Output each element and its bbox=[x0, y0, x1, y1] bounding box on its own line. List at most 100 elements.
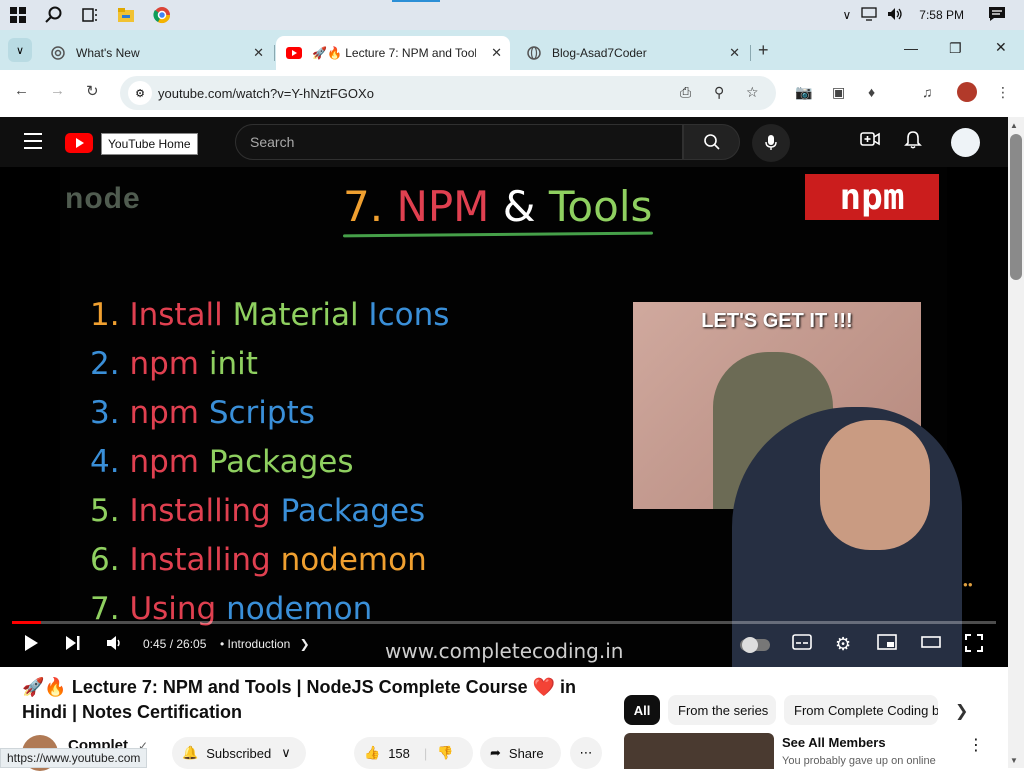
browser-toolbar: ← → ↻ ⚙ youtube.com/watch?v=Y-hNztFGOXo … bbox=[0, 70, 1024, 116]
close-tab-icon[interactable]: ✕ bbox=[729, 45, 740, 61]
slide-item: 2. npm init bbox=[90, 346, 258, 382]
npm-logo: npm bbox=[805, 174, 939, 220]
slide-item: 5. Installing Packages bbox=[90, 493, 425, 529]
slide-item: 1. Install Material Icons bbox=[90, 297, 449, 333]
extensions-icon[interactable]: ♦ bbox=[868, 84, 875, 100]
miniplayer-icon[interactable] bbox=[877, 634, 897, 655]
slide-item: 3. npm Scripts bbox=[90, 395, 315, 431]
gif-caption: LET'S GET IT !!! bbox=[633, 310, 921, 333]
minimize-icon[interactable]: — bbox=[904, 40, 918, 56]
user-avatar[interactable] bbox=[951, 128, 980, 157]
notifications-bell-icon[interactable] bbox=[904, 131, 922, 154]
chrome-profile-avatar[interactable] bbox=[957, 82, 977, 102]
autoplay-toggle[interactable] bbox=[740, 639, 770, 651]
video-title: 🚀🔥 Lecture 7: NPM and Tools | NodeJS Com… bbox=[22, 675, 602, 725]
video-frame: node 7. NPM & Tools npm 1. Install Mater… bbox=[60, 167, 947, 667]
file-explorer-icon[interactable] bbox=[108, 0, 144, 30]
scroll-down-icon[interactable]: ▼ bbox=[1010, 756, 1018, 765]
chrome-taskbar-icon[interactable] bbox=[144, 0, 180, 30]
chrome-favicon-icon bbox=[50, 45, 66, 61]
more-actions-button[interactable]: ⋯ bbox=[570, 737, 602, 769]
play-icon[interactable] bbox=[22, 634, 40, 657]
network-icon[interactable] bbox=[861, 7, 877, 24]
search-icon[interactable] bbox=[36, 0, 72, 30]
recommended-thumbnail[interactable] bbox=[624, 733, 774, 769]
presenter-head bbox=[820, 420, 930, 550]
like-count[interactable]: 158 bbox=[388, 746, 410, 761]
site-info-icon[interactable]: ⚙ bbox=[128, 81, 152, 105]
like-icon[interactable]: 👍 bbox=[364, 745, 380, 761]
slide-item: 4. npm Packages bbox=[90, 444, 353, 480]
camera-icon[interactable]: 📷 bbox=[795, 84, 812, 101]
nodejs-logo: node bbox=[65, 182, 141, 216]
task-view-icon[interactable] bbox=[72, 0, 108, 30]
forward-icon[interactable]: → bbox=[50, 82, 65, 99]
active-window-indicator bbox=[392, 0, 440, 2]
video-time: 0:45 / 26:05 bbox=[143, 637, 206, 651]
new-tab-button[interactable]: + bbox=[758, 40, 769, 61]
chevron-right-icon[interactable]: ❯ bbox=[955, 701, 968, 721]
voice-search-icon[interactable] bbox=[752, 124, 790, 162]
chip-from-series[interactable]: From the series bbox=[668, 695, 776, 725]
chevron-down-icon: ∨ bbox=[281, 745, 291, 761]
youtube-home-tooltip: YouTube Home bbox=[101, 133, 198, 155]
restore-icon[interactable]: ❐ bbox=[949, 40, 962, 57]
progress-bar[interactable] bbox=[12, 621, 996, 624]
chrome-menu-icon[interactable]: ⋮ bbox=[996, 84, 1010, 101]
url-text[interactable]: youtube.com/watch?v=Y-hNztFGOXo bbox=[158, 86, 374, 101]
tab-divider bbox=[750, 45, 751, 61]
youtube-logo[interactable] bbox=[65, 133, 93, 153]
search-input[interactable]: Search bbox=[235, 124, 683, 160]
recommended-subtitle: You probably gave up on online bbox=[782, 755, 936, 767]
globe-favicon-icon bbox=[526, 45, 542, 61]
settings-gear-icon[interactable]: ⚙ bbox=[835, 634, 851, 655]
back-icon[interactable]: ← bbox=[14, 82, 29, 99]
tab-search-icon[interactable]: ∨ bbox=[8, 38, 32, 62]
tab-lecture-7[interactable]: 🚀🔥 Lecture 7: NPM and Tools ✕ bbox=[276, 36, 510, 70]
install-app-icon[interactable]: ⎙ bbox=[680, 84, 691, 101]
chip-all[interactable]: All bbox=[624, 695, 660, 725]
notifications-icon[interactable] bbox=[988, 6, 1006, 25]
share-button[interactable]: ➦ Share bbox=[480, 737, 561, 769]
tab-whats-new[interactable]: What's New ✕ bbox=[40, 36, 272, 70]
volume-icon[interactable] bbox=[887, 7, 903, 24]
next-icon[interactable] bbox=[64, 634, 82, 657]
close-window-icon[interactable]: ✕ bbox=[995, 39, 1007, 56]
video-watermark: www.completecoding.in bbox=[385, 639, 623, 663]
menu-icon[interactable] bbox=[24, 133, 42, 154]
subscribed-button[interactable]: 🔔 Subscribed ∨ bbox=[172, 737, 306, 769]
windows-taskbar: ∨ 7:58 PM bbox=[0, 0, 1024, 30]
close-tab-icon[interactable]: ✕ bbox=[253, 45, 264, 61]
slide-item: 6. Installing nodemon bbox=[90, 542, 427, 578]
scroll-up-icon[interactable]: ▲ bbox=[1010, 121, 1018, 130]
video-player[interactable]: node 7. NPM & Tools npm 1. Install Mater… bbox=[0, 167, 1008, 667]
dislike-icon[interactable]: 👎 bbox=[437, 745, 453, 761]
chapter-button[interactable]: • Introduction ❯ bbox=[220, 637, 310, 651]
more-options-icon[interactable]: ⋮ bbox=[968, 735, 984, 755]
progress-fill bbox=[12, 621, 41, 624]
chip-from-channel[interactable]: From Complete Coding by bbox=[784, 695, 938, 725]
subtitles-icon[interactable] bbox=[792, 634, 812, 655]
tab-label: What's New bbox=[76, 46, 140, 60]
tab-blog[interactable]: Blog-Asad7Coder ✕ bbox=[516, 36, 748, 70]
scrollbar-thumb[interactable] bbox=[1010, 134, 1022, 280]
search-button[interactable] bbox=[683, 124, 740, 160]
close-tab-icon[interactable]: ✕ bbox=[491, 45, 502, 61]
chevron-up-icon[interactable]: ∨ bbox=[843, 8, 852, 22]
media-control-icon[interactable]: ♫ bbox=[922, 84, 933, 100]
picture-in-picture-icon[interactable]: ▣ bbox=[832, 84, 845, 101]
recommended-title[interactable]: See All Members bbox=[782, 735, 886, 750]
link-status-bar: https://www.youtube.com bbox=[0, 748, 147, 768]
theater-mode-icon[interactable] bbox=[921, 634, 941, 655]
create-video-icon[interactable] bbox=[860, 131, 880, 152]
zoom-icon[interactable]: ⚲ bbox=[714, 84, 724, 101]
reload-icon[interactable]: ↻ bbox=[86, 82, 99, 100]
address-bar[interactable]: ⚙ youtube.com/watch?v=Y-hNztFGOXo ⎙ ⚲ ☆ bbox=[120, 76, 776, 110]
windows-start-icon[interactable] bbox=[0, 0, 36, 30]
fullscreen-icon[interactable] bbox=[965, 634, 983, 657]
bookmark-star-icon[interactable]: ☆ bbox=[746, 84, 759, 101]
youtube-favicon-icon bbox=[286, 45, 302, 61]
clock[interactable]: 7:58 PM bbox=[919, 8, 964, 22]
volume-icon[interactable] bbox=[106, 634, 124, 657]
bell-icon: 🔔 bbox=[182, 745, 198, 761]
